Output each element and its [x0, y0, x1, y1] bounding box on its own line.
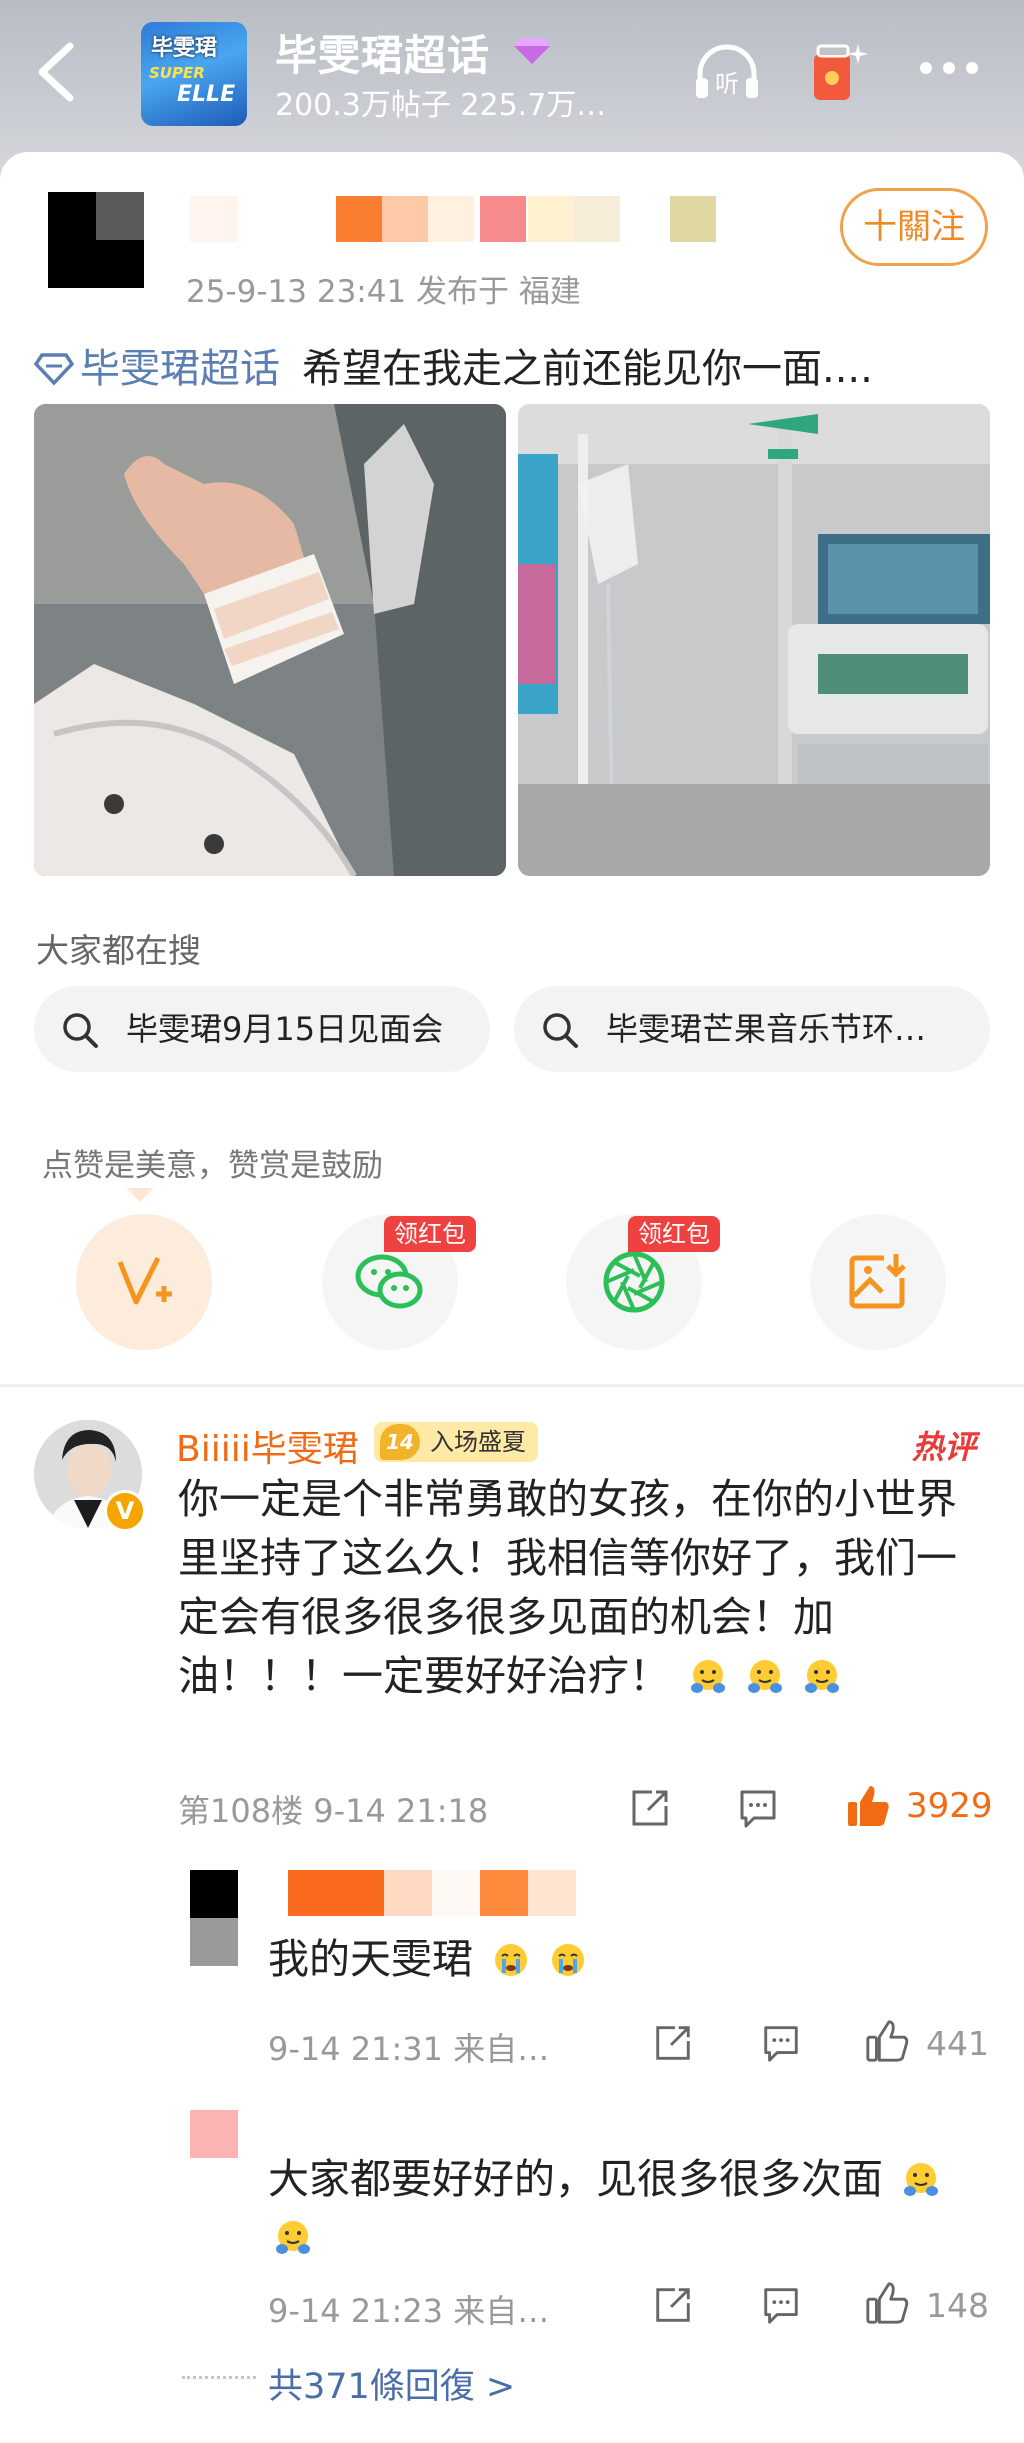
replies-dots-divider [182, 2376, 256, 2383]
more-options-icon[interactable] [918, 60, 980, 76]
search-icon [543, 1013, 578, 1048]
like-thumb-icon[interactable] [864, 2280, 910, 2326]
reply-1-text: 我的天雯珺 [268, 1935, 473, 1983]
reply-2-like-count: 148 [926, 2286, 989, 2325]
avatar-text-super: SUPER [149, 64, 205, 82]
like-thumb-icon[interactable] [864, 2018, 910, 2064]
search-chip-1[interactable]: 毕雯珺9月15日见面会 [34, 986, 490, 1072]
reply-1-avatar[interactable] [190, 1870, 238, 1966]
hot-comment-tag: 热评 [912, 1428, 977, 1466]
fan-level-label: 入场盛夏 [430, 1428, 526, 1456]
comment-like-count: 3929 [906, 1786, 993, 1826]
section-divider [0, 1384, 1024, 1387]
save-image-button[interactable] [810, 1214, 946, 1350]
verified-v-icon: V [104, 1490, 146, 1532]
share-icon[interactable] [628, 1786, 672, 1830]
share-icon[interactable] [652, 2284, 694, 2326]
fan-level-number: 14 [380, 1424, 420, 1460]
post-text: 希望在我走之前还能见你一面.... [302, 346, 873, 392]
comment-meta: 第108楼 9-14 21:18 [178, 1792, 489, 1830]
wechat-icon [355, 1254, 423, 1309]
back-arrow-icon[interactable] [32, 40, 82, 104]
red-packet-tag: 领红包 [628, 1216, 720, 1252]
post-photo-hospital[interactable] [518, 404, 990, 876]
search-chip-1-label: 毕雯珺9月15日见面会 [126, 1010, 444, 1048]
listen-label: 听 [715, 70, 739, 98]
poster-name-mosaic[interactable] [190, 196, 720, 242]
reply-1-name-mosaic[interactable] [288, 1870, 578, 1916]
comment-icon[interactable] [760, 2284, 802, 2326]
channel-stats: 200.3万帖子 225.7万… [275, 88, 607, 123]
comment-body: 你一定是个非常勇敢的女孩，在你的小世界里坚持了这么久！我相信等你好了，我们一定会… [178, 1470, 968, 1706]
hug-emoji-icon [691, 1660, 726, 1693]
view-all-replies-link[interactable]: 共371條回復 > [268, 2358, 515, 2409]
follow-button[interactable]: 十關注 [840, 188, 988, 266]
search-chip-2[interactable]: 毕雯珺芒果音乐节环… [514, 986, 990, 1072]
like-thumb-icon[interactable] [844, 1782, 892, 1830]
post-photo-wrist[interactable] [34, 404, 506, 876]
avatar-text-elle: ELLE [177, 82, 236, 107]
hug-emoji-icon [276, 2221, 310, 2254]
reply-1-like-count: 441 [926, 2024, 989, 2063]
reward-v-plus-icon [117, 1256, 172, 1305]
hug-emoji-icon [904, 2163, 939, 2196]
hug-emoji-icon [748, 1660, 783, 1693]
listen-headphones-icon[interactable]: 听 [692, 42, 762, 102]
comment-icon[interactable] [736, 1786, 780, 1830]
topic-tag-link[interactable]: 毕雯珺超话 [80, 346, 280, 392]
channel-avatar[interactable]: 毕雯珺 SUPER ELLE [141, 22, 247, 126]
search-heading: 大家都在搜 [36, 931, 201, 970]
moments-aperture-icon [603, 1251, 665, 1313]
comment-icon[interactable] [760, 2022, 802, 2064]
praise-tip: 点赞是美意，赞赏是鼓励 [42, 1148, 383, 1184]
post-text-row: 毕雯珺超话 希望在我走之前还能见你一面.... [34, 336, 873, 394]
tip-caret [126, 1188, 154, 1202]
crying-emoji-icon [495, 1944, 528, 1976]
red-packet-icon[interactable] [808, 36, 872, 106]
poster-avatar[interactable] [48, 192, 144, 288]
search-chip-2-label: 毕雯珺芒果音乐节环… [606, 1010, 927, 1048]
red-packet-tag: 领红包 [384, 1216, 476, 1252]
hug-emoji-icon [805, 1660, 840, 1693]
post-meta: 25-9-13 23:41 发布于 福建 [186, 274, 581, 310]
reply-1-meta: 9-14 21:31 来自… [268, 2030, 550, 2068]
share-icon[interactable] [652, 2022, 694, 2064]
commenter-name[interactable]: Biiiii毕雯珺 [176, 1420, 359, 1472]
reply-2-body: 大家都要好好的，见很多很多次面 [268, 2150, 968, 2266]
crying-emoji-icon [552, 1944, 585, 1976]
topic-diamond-icon [34, 353, 74, 386]
diamond-badge-icon [514, 38, 550, 64]
reward-button[interactable] [76, 1214, 212, 1350]
avatar-text-name: 毕雯珺 [151, 36, 218, 61]
save-image-icon [849, 1254, 906, 1309]
reply-2-avatar[interactable] [190, 2110, 238, 2158]
search-icon [63, 1013, 98, 1048]
channel-title[interactable]: 毕雯珺超话 [275, 22, 490, 83]
reply-2-text: 大家都要好好的，见很多很多次面 [268, 2155, 883, 2203]
reply-2-meta: 9-14 21:23 来自… [268, 2292, 550, 2330]
fan-level-badge: 14 入场盛夏 [374, 1422, 538, 1462]
reply-1-body: 我的天雯珺 [268, 1930, 587, 1988]
